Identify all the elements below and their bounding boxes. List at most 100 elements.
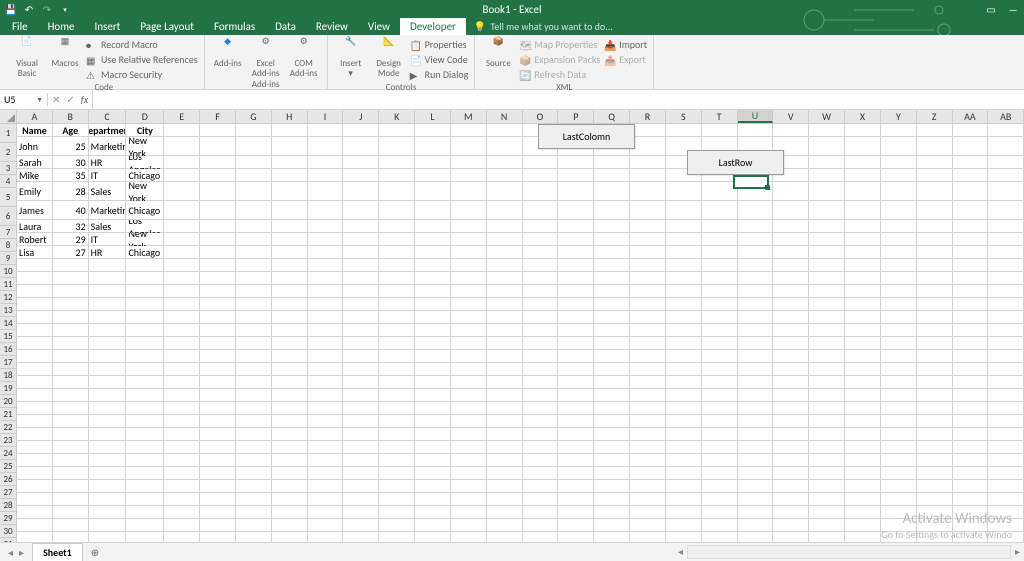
cell[interactable] xyxy=(702,298,738,311)
cell[interactable]: 28 xyxy=(53,182,89,201)
cell[interactable] xyxy=(308,285,344,298)
cell[interactable] xyxy=(17,311,53,324)
cell[interactable]: 32 xyxy=(53,220,89,233)
cell[interactable] xyxy=(773,324,809,337)
cell[interactable] xyxy=(236,532,272,542)
cell[interactable] xyxy=(666,480,702,493)
cell[interactable] xyxy=(558,402,594,415)
cell[interactable] xyxy=(953,337,989,350)
cell[interactable] xyxy=(308,506,344,519)
cell[interactable] xyxy=(738,233,774,246)
cell[interactable] xyxy=(773,350,809,363)
cell[interactable] xyxy=(809,376,845,389)
visual-basic-button[interactable]: 📄Visual Basic xyxy=(10,37,44,79)
cell[interactable] xyxy=(308,337,344,350)
cell[interactable] xyxy=(666,201,702,220)
cell[interactable] xyxy=(773,363,809,376)
cell[interactable] xyxy=(415,467,451,480)
run-dialog-button[interactable]: ▶Run Dialog xyxy=(410,67,469,82)
cell[interactable] xyxy=(53,272,89,285)
cell[interactable] xyxy=(988,480,1024,493)
cell[interactable] xyxy=(594,519,630,532)
cell[interactable] xyxy=(523,480,559,493)
cell[interactable] xyxy=(379,246,415,259)
cell[interactable] xyxy=(594,363,630,376)
cell[interactable] xyxy=(272,182,308,201)
cell[interactable] xyxy=(164,467,200,480)
cell[interactable] xyxy=(164,156,200,169)
cell[interactable] xyxy=(308,532,344,542)
cell[interactable] xyxy=(809,233,845,246)
cell[interactable]: Age xyxy=(53,124,89,137)
cell[interactable] xyxy=(379,519,415,532)
cell[interactable] xyxy=(487,124,523,137)
tell-me[interactable]: 💡Tell me what you want to do... xyxy=(466,18,621,35)
cell[interactable] xyxy=(415,169,451,182)
cell[interactable] xyxy=(126,441,164,454)
cell[interactable] xyxy=(630,156,666,169)
cell[interactable] xyxy=(666,402,702,415)
row-header-1[interactable]: 1 xyxy=(0,124,16,143)
cell[interactable] xyxy=(845,201,881,220)
cell[interactable] xyxy=(487,272,523,285)
cell[interactable] xyxy=(988,363,1024,376)
cell[interactable] xyxy=(89,519,127,532)
cell[interactable] xyxy=(594,311,630,324)
cell[interactable] xyxy=(487,233,523,246)
cell[interactable] xyxy=(126,389,164,402)
cell[interactable] xyxy=(487,285,523,298)
cell[interactable] xyxy=(809,454,845,467)
cell[interactable] xyxy=(666,220,702,233)
cell[interactable] xyxy=(738,285,774,298)
cell[interactable] xyxy=(236,519,272,532)
cell[interactable] xyxy=(594,156,630,169)
cell[interactable] xyxy=(630,428,666,441)
cell[interactable] xyxy=(343,389,379,402)
cell[interactable] xyxy=(17,519,53,532)
cell[interactable] xyxy=(738,454,774,467)
cell[interactable] xyxy=(200,246,236,259)
row-header-28[interactable]: 28 xyxy=(0,499,16,512)
refresh-data-button[interactable]: 🔄Refresh Data xyxy=(519,67,600,82)
cell[interactable] xyxy=(988,493,1024,506)
cell[interactable] xyxy=(200,532,236,542)
cell[interactable] xyxy=(17,376,53,389)
cell[interactable] xyxy=(702,376,738,389)
cell[interactable] xyxy=(917,311,953,324)
col-header-O[interactable]: O xyxy=(523,110,559,123)
cell[interactable] xyxy=(594,220,630,233)
cell[interactable] xyxy=(594,415,630,428)
cell[interactable] xyxy=(845,454,881,467)
cell[interactable] xyxy=(487,441,523,454)
row-header-21[interactable]: 21 xyxy=(0,408,16,421)
cell[interactable] xyxy=(666,441,702,454)
cell[interactable] xyxy=(881,363,917,376)
cell[interactable] xyxy=(881,246,917,259)
cell[interactable] xyxy=(738,428,774,441)
expansion-packs-button[interactable]: 📦Expansion Packs xyxy=(519,52,600,67)
col-header-V[interactable]: V xyxy=(773,110,809,123)
col-header-M[interactable]: M xyxy=(451,110,487,123)
cell[interactable] xyxy=(594,454,630,467)
cell[interactable] xyxy=(343,363,379,376)
cell[interactable] xyxy=(953,428,989,441)
cell[interactable] xyxy=(487,246,523,259)
cell[interactable] xyxy=(308,467,344,480)
cell[interactable] xyxy=(308,454,344,467)
cell[interactable] xyxy=(523,532,559,542)
macro-security-button[interactable]: ⚠Macro Security xyxy=(86,67,198,82)
cell[interactable] xyxy=(415,506,451,519)
row-header-23[interactable]: 23 xyxy=(0,434,16,447)
view-code-button[interactable]: 📄View Code xyxy=(410,52,469,67)
cell[interactable] xyxy=(451,428,487,441)
excel-addins-button[interactable]: ⚙Excel Add-ins xyxy=(249,37,283,79)
cell[interactable] xyxy=(845,350,881,363)
cell[interactable]: 27 xyxy=(53,246,89,259)
cell[interactable] xyxy=(988,324,1024,337)
cell[interactable] xyxy=(881,337,917,350)
col-header-G[interactable]: G xyxy=(236,110,272,123)
cell[interactable] xyxy=(487,493,523,506)
cell[interactable] xyxy=(666,428,702,441)
cell[interactable] xyxy=(451,337,487,350)
cell[interactable] xyxy=(702,506,738,519)
